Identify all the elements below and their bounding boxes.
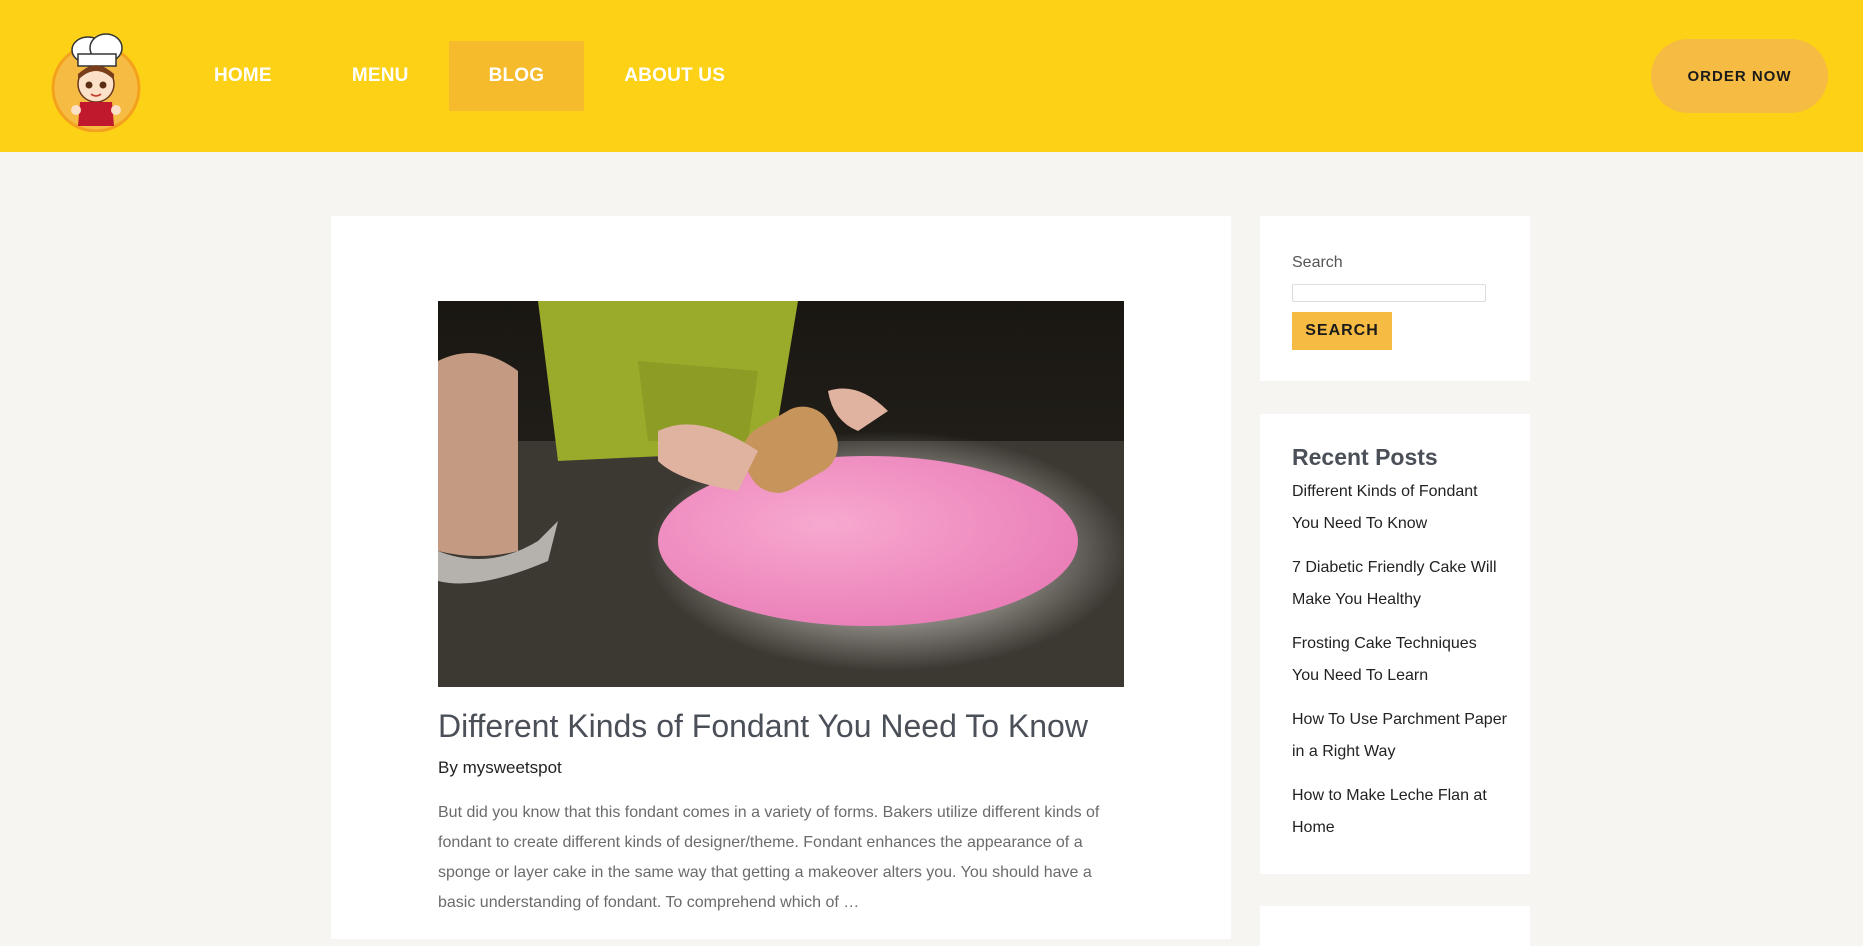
- list-item: How to Make Leche Flan at Home: [1292, 780, 1507, 844]
- list-item: Different Kinds of Fondant You Need To K…: [1292, 476, 1507, 540]
- recent-posts-list: Different Kinds of Fondant You Need To K…: [1292, 476, 1507, 856]
- recent-post-link[interactable]: Different Kinds of Fondant You Need To K…: [1292, 483, 1478, 532]
- post-featured-image[interactable]: [438, 301, 1124, 687]
- recent-posts-widget: Recent Posts Different Kinds of Fondant …: [1260, 414, 1530, 874]
- author-link[interactable]: mysweetspot: [463, 758, 562, 777]
- recent-post-link[interactable]: How to Make Leche Flan at Home: [1292, 787, 1487, 836]
- recent-post-link[interactable]: Frosting Cake Techniques You Need To Lea…: [1292, 635, 1477, 684]
- search-widget: Search SEARCH: [1260, 216, 1530, 381]
- list-item: How To Use Parchment Paper in a Right Wa…: [1292, 704, 1507, 768]
- site-header: HOME MENU BLOG ABOUT US ORDER NOW: [0, 0, 1863, 152]
- sidebar-widget: [1260, 906, 1530, 946]
- list-item: 7 Diabetic Friendly Cake Will Make You H…: [1292, 552, 1507, 616]
- post-title[interactable]: Different Kinds of Fondant You Need To K…: [438, 708, 1138, 745]
- post-byline: By mysweetspot: [438, 758, 562, 778]
- search-input[interactable]: [1292, 284, 1486, 302]
- post-excerpt: But did you know that this fondant comes…: [438, 804, 1100, 911]
- nav-blog[interactable]: BLOG: [448, 41, 585, 111]
- search-button[interactable]: SEARCH: [1292, 312, 1392, 350]
- nav-about-us[interactable]: ABOUT US: [584, 41, 765, 111]
- byline-prefix: By: [438, 758, 463, 777]
- site-logo[interactable]: [48, 28, 144, 133]
- order-now-button[interactable]: ORDER NOW: [1651, 39, 1828, 113]
- nav-menu[interactable]: MENU: [312, 41, 449, 111]
- recent-post-link[interactable]: 7 Diabetic Friendly Cake Will Make You H…: [1292, 559, 1497, 608]
- recent-post-link[interactable]: How To Use Parchment Paper in a Right Wa…: [1292, 711, 1507, 760]
- post-card: Different Kinds of Fondant You Need To K…: [331, 216, 1231, 939]
- list-item: Frosting Cake Techniques You Need To Lea…: [1292, 628, 1507, 692]
- main-nav: HOME MENU BLOG ABOUT US: [174, 41, 765, 111]
- nav-home[interactable]: HOME: [174, 41, 312, 111]
- recent-posts-title: Recent Posts: [1292, 444, 1438, 470]
- search-label: Search: [1292, 254, 1343, 271]
